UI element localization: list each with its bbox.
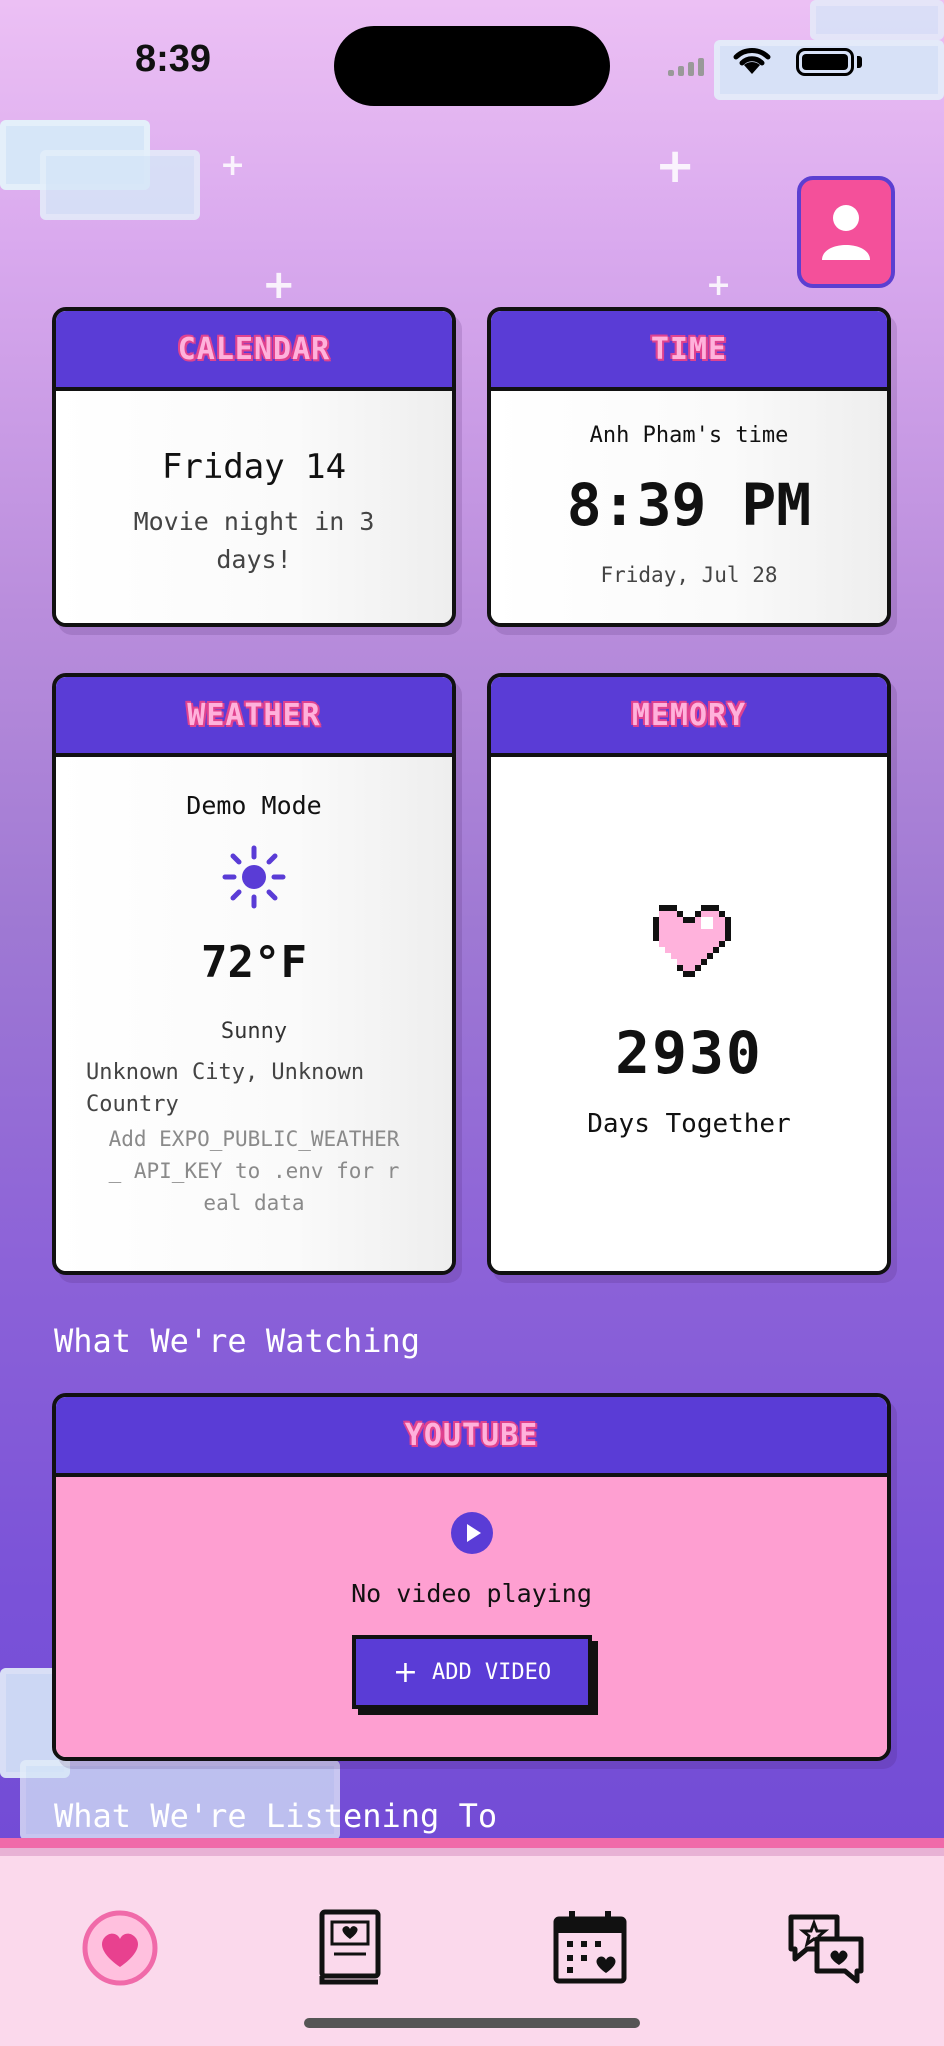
tab-home[interactable] xyxy=(78,1906,162,1990)
memory-card-header: MEMORY xyxy=(491,677,887,757)
sun-icon xyxy=(56,845,452,913)
memory-card-title: MEMORY xyxy=(631,697,747,733)
youtube-card-title: YOUTUBE xyxy=(404,1417,539,1453)
tab-messages[interactable] xyxy=(784,1906,868,1990)
signal-icon xyxy=(668,58,708,76)
weather-card-body: Demo Mode 72°F Sunny Unknown City, Unkno… xyxy=(56,757,452,1271)
sparkle-icon: + xyxy=(706,268,732,303)
weather-temp: 72°F xyxy=(201,937,307,988)
book-icon xyxy=(319,1909,381,1985)
heart-icon xyxy=(82,1910,158,1986)
time-clock: 8:39 PM xyxy=(566,471,812,539)
battery-tip xyxy=(857,56,862,68)
cloud-top-left-2 xyxy=(40,150,200,220)
time-date: Friday, Jul 28 xyxy=(600,563,778,587)
time-card-header: TIME xyxy=(491,311,887,391)
calendar-card-body: Friday 14 Movie night in 3 days! xyxy=(56,391,452,623)
weather-card-header: WEATHER xyxy=(56,677,452,757)
battery-icon xyxy=(796,48,854,76)
section-title-watching: What We're Watching xyxy=(54,1322,421,1360)
time-card[interactable]: TIME Anh Pham's time 8:39 PM Friday, Jul… xyxy=(487,307,891,627)
time-owner: Anh Pham's time xyxy=(589,423,789,448)
chat-icon xyxy=(788,1914,864,1984)
tab-journal[interactable] xyxy=(310,1906,394,1990)
calendar-card-title: CALENDAR xyxy=(177,331,331,367)
calendar-card[interactable]: CALENDAR Friday 14 Movie night in 3 days… xyxy=(52,307,456,627)
section-title-listening: What We're Listening To xyxy=(54,1797,498,1835)
weather-location: Unknown City, Unknown Country xyxy=(86,1060,365,1117)
sparkle-icon: + xyxy=(262,262,296,308)
add-video-button[interactable]: + ADD VIDEO xyxy=(352,1635,592,1709)
plus-icon: + xyxy=(392,1654,418,1690)
profile-button[interactable] xyxy=(797,176,895,288)
memory-card[interactable]: MEMORY 2930 Days Together xyxy=(487,673,891,1275)
calendar-event: Movie night in 3 days! xyxy=(133,507,375,574)
add-video-label: ADD VIDEO xyxy=(431,1659,552,1685)
sparkle-icon: + xyxy=(655,138,696,194)
weather-hint: Add EXPO_PUBLIC_WEATHER_ API_KEY to .env… xyxy=(108,1127,400,1215)
user-icon xyxy=(822,205,870,260)
bottom-tab-bar xyxy=(0,1838,944,2046)
memory-card-body: 2930 Days Together xyxy=(491,757,887,1271)
pixel-heart-icon xyxy=(491,905,887,981)
weather-mode: Demo Mode xyxy=(186,791,322,820)
youtube-status: No video playing xyxy=(351,1579,592,1608)
memory-label: Days Together xyxy=(587,1109,791,1139)
time-card-title: TIME xyxy=(650,331,728,367)
calendar-date: Friday 14 xyxy=(161,447,347,487)
play-icon xyxy=(56,1511,887,1559)
memory-count: 2930 xyxy=(615,1019,763,1087)
dynamic-island xyxy=(334,26,610,106)
cloud-top-right-2 xyxy=(810,0,944,40)
time-card-body: Anh Pham's time 8:39 PM Friday, Jul 28 xyxy=(491,391,887,623)
weather-card-title: WEATHER xyxy=(187,697,321,733)
youtube-card-body: No video playing xyxy=(56,1477,887,1757)
calendar-icon xyxy=(553,1911,627,1984)
wifi-icon xyxy=(730,44,774,87)
weather-card[interactable]: WEATHER Demo Mode 72°F Sunny Unknown Cit… xyxy=(52,673,456,1275)
tab-calendar[interactable] xyxy=(548,1906,632,1990)
home-indicator xyxy=(304,2018,640,2028)
sparkle-icon: + xyxy=(220,148,246,183)
calendar-card-header: CALENDAR xyxy=(56,311,452,391)
youtube-card-header: YOUTUBE xyxy=(56,1397,887,1477)
weather-condition: Sunny xyxy=(220,1019,288,1044)
status-time: 8:39 xyxy=(135,38,212,80)
